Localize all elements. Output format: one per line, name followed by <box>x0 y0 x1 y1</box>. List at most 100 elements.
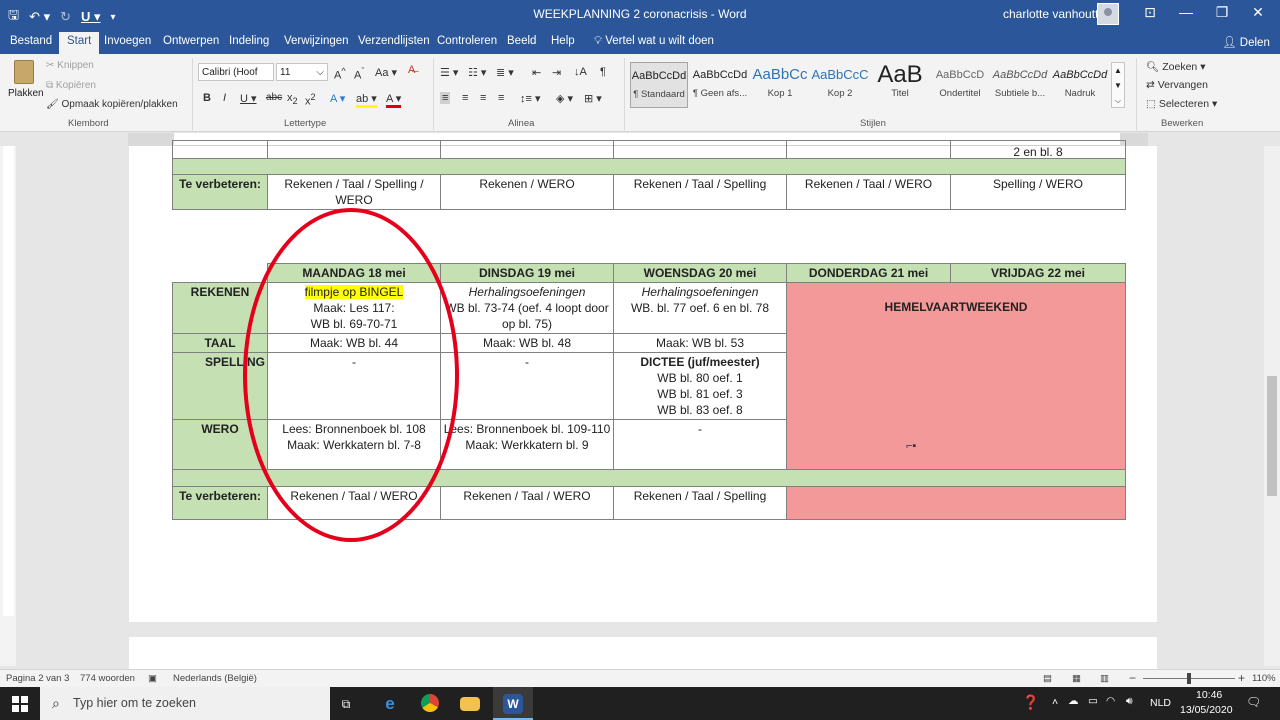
task-view-icon[interactable]: ⧉ <box>326 687 366 720</box>
font-name-select[interactable]: Calibri (Hoof <box>198 63 274 81</box>
style-kop1[interactable]: AaBbCc Kop 1 <box>751 62 809 108</box>
taskbar-search[interactable]: ⌕ Typ hier om te zoeken <box>40 687 330 720</box>
line-spacing-icon[interactable]: ↕≡ ▾ <box>520 92 541 105</box>
subscript-icon[interactable]: x2 <box>287 92 298 106</box>
table-cell[interactable] <box>440 140 614 159</box>
shading-icon[interactable]: ◈ ▾ <box>556 92 573 105</box>
zoom-slider-thumb[interactable] <box>1187 673 1191 684</box>
table-cell[interactable]: DICTEE (juf/meester) WB bl. 80 oef. 1 WB… <box>613 352 787 420</box>
tab-controleren[interactable]: Controleren <box>437 35 497 47</box>
vertical-ruler[interactable] <box>0 146 16 666</box>
align-center-icon[interactable]: ≡ <box>462 92 468 104</box>
table-cell[interactable]: - <box>440 352 614 420</box>
table-cell[interactable]: 2 en bl. 8 <box>950 140 1126 159</box>
table-cell[interactable]: Rekenen / Taal / WERO <box>786 174 951 210</box>
day-header-wednesday[interactable]: WOENSDAG 20 mei <box>613 263 787 283</box>
increase-indent-icon[interactable]: ⇥ <box>552 66 561 79</box>
table-cell[interactable] <box>613 140 787 159</box>
zoom-out-icon[interactable]: − <box>1129 671 1136 685</box>
font-color-icon[interactable]: A ▾ <box>386 92 402 108</box>
wifi-icon[interactable]: ◠ <box>1106 695 1115 707</box>
align-left-icon[interactable]: ≡ <box>440 92 451 104</box>
day-header-friday[interactable]: VRIJDAG 22 mei <box>950 263 1126 283</box>
tab-indeling[interactable]: Indeling <box>229 35 269 47</box>
volume-icon[interactable]: 🔊︎ <box>1126 695 1133 708</box>
text-effects-icon[interactable]: A ▾ <box>330 92 345 105</box>
table-cell[interactable]: Rekenen / Taal / Spelling <box>613 174 787 210</box>
table-cell[interactable]: - <box>613 419 787 470</box>
clock-time[interactable]: 10:46 <box>1196 689 1222 701</box>
table-cell[interactable] <box>786 140 951 159</box>
styles-scroll[interactable]: ▲ ▼ ⌵ <box>1111 62 1125 108</box>
table-cell[interactable]: Rekenen / Taal / Spelling / WERO <box>267 174 441 210</box>
strikethrough-icon[interactable]: abc <box>266 92 282 103</box>
clear-formatting-icon[interactable]: A̶ <box>408 64 415 76</box>
bullets-icon[interactable]: ☰ ▾ <box>440 66 458 79</box>
paste-button[interactable]: Plakken <box>8 58 44 110</box>
holiday-cell[interactable] <box>786 486 1126 520</box>
superscript-icon[interactable]: x2 <box>305 92 316 108</box>
document-next-page[interactable] <box>129 637 1157 669</box>
table-cell[interactable]: Maak: WB bl. 53 <box>613 333 787 353</box>
scrollbar-thumb[interactable] <box>1267 376 1277 496</box>
tray-chevron-icon[interactable]: ˄ <box>1052 696 1058 708</box>
style-nadruk[interactable]: AaBbCcDd Nadruk <box>1051 62 1109 108</box>
read-mode-icon[interactable]: ▤ <box>1043 673 1052 684</box>
notification-icon[interactable]: 🗨︎ <box>1246 695 1261 709</box>
onedrive-icon[interactable]: ☁ <box>1068 695 1079 707</box>
tab-ontwerpen[interactable]: Ontwerpen <box>163 35 219 47</box>
italic-icon[interactable]: I <box>223 92 226 104</box>
borders-icon[interactable]: ⊞ ▾ <box>584 92 602 105</box>
table-cell[interactable] <box>172 140 268 159</box>
pilcrow-icon[interactable]: ¶ <box>600 66 606 78</box>
multilevel-list-icon[interactable]: ≣ ▾ <box>496 66 514 79</box>
table-cell[interactable]: Rekenen / WERO <box>440 174 614 210</box>
table-cell[interactable] <box>267 140 441 159</box>
align-right-icon[interactable]: ≡ <box>480 92 486 104</box>
underline-icon[interactable]: U ▾ <box>240 92 257 105</box>
page-count[interactable]: Pagina 2 van 3 <box>6 673 69 684</box>
word-count[interactable]: 774 woorden <box>80 673 135 684</box>
select-button[interactable]: ⬚ Selecteren ▾ <box>1146 98 1217 110</box>
close-icon[interactable]: ✕ <box>1240 4 1276 21</box>
day-header-tuesday[interactable]: DINSDAG 19 mei <box>440 263 614 283</box>
windows-start-icon[interactable] <box>12 696 28 712</box>
table-cell[interactable]: Spelling / WERO <box>950 174 1126 210</box>
chrome-icon[interactable] <box>410 687 450 720</box>
ribbon-display-icon[interactable]: ⊡ <box>1132 4 1168 21</box>
file-explorer-icon[interactable] <box>450 687 490 720</box>
cut-button[interactable]: ✂ Knippen <box>46 60 94 71</box>
help-icon[interactable]: ❓ <box>1022 694 1039 711</box>
change-case-icon[interactable]: Aa ▾ <box>375 66 397 79</box>
tab-beeld[interactable]: Beeld <box>507 35 536 47</box>
table-cell[interactable]: Rekenen / Taal / Spelling <box>613 486 787 520</box>
user-name[interactable]: charlotte vanhoutte <box>1003 7 1105 21</box>
vertical-scrollbar[interactable] <box>1264 146 1280 666</box>
tab-verwijzingen[interactable]: Verwijzingen <box>284 35 349 47</box>
format-painter-button[interactable]: 🖌︎ Opmaak kopiëren/plakken <box>46 99 178 110</box>
share-button[interactable]: 👤︎ Delen <box>1222 35 1270 49</box>
tab-help[interactable]: Help <box>551 35 575 47</box>
day-header-thursday[interactable]: DONDERDAG 21 mei <box>786 263 951 283</box>
sort-icon[interactable]: ↓A <box>574 66 587 78</box>
holiday-cell[interactable]: HEMELVAARTWEEKEND <box>786 282 1126 470</box>
network-icon[interactable]: ▭ <box>1088 695 1098 707</box>
style-titel[interactable]: AaB Titel <box>871 62 929 108</box>
zoom-in-icon[interactable]: + <box>1238 671 1245 685</box>
justify-icon[interactable]: ≡ <box>498 92 504 104</box>
table-cell[interactable]: Herhalingsoefeningen WB. bl. 77 oef. 6 e… <box>613 282 787 334</box>
tab-verzendlijsten[interactable]: Verzendlijsten <box>358 35 430 47</box>
zoom-level[interactable]: 110% <box>1252 673 1276 684</box>
grow-font-icon[interactable]: A^ <box>334 66 346 82</box>
web-layout-icon[interactable]: ▥ <box>1100 673 1109 684</box>
font-size-select[interactable]: 11 ⌵ <box>276 63 328 81</box>
tab-bestand[interactable]: Bestand <box>10 35 52 47</box>
table-cell[interactable]: Herhalingsoefeningen WB bl. 73-74 (oef. … <box>440 282 614 334</box>
tab-start[interactable]: Start <box>59 32 100 54</box>
bold-icon[interactable]: B <box>203 92 211 104</box>
table-cell[interactable]: Maak: WB bl. 48 <box>440 333 614 353</box>
find-button[interactable]: 🔍︎ Zoeken ▾ <box>1146 60 1205 73</box>
highlight-color-icon[interactable]: ab ▾ <box>356 92 377 108</box>
table-cell[interactable]: Lees: Bronnenboek bl. 109-110 Maak: Werk… <box>440 419 614 470</box>
replace-button[interactable]: ⇄ Vervangen <box>1146 79 1208 91</box>
